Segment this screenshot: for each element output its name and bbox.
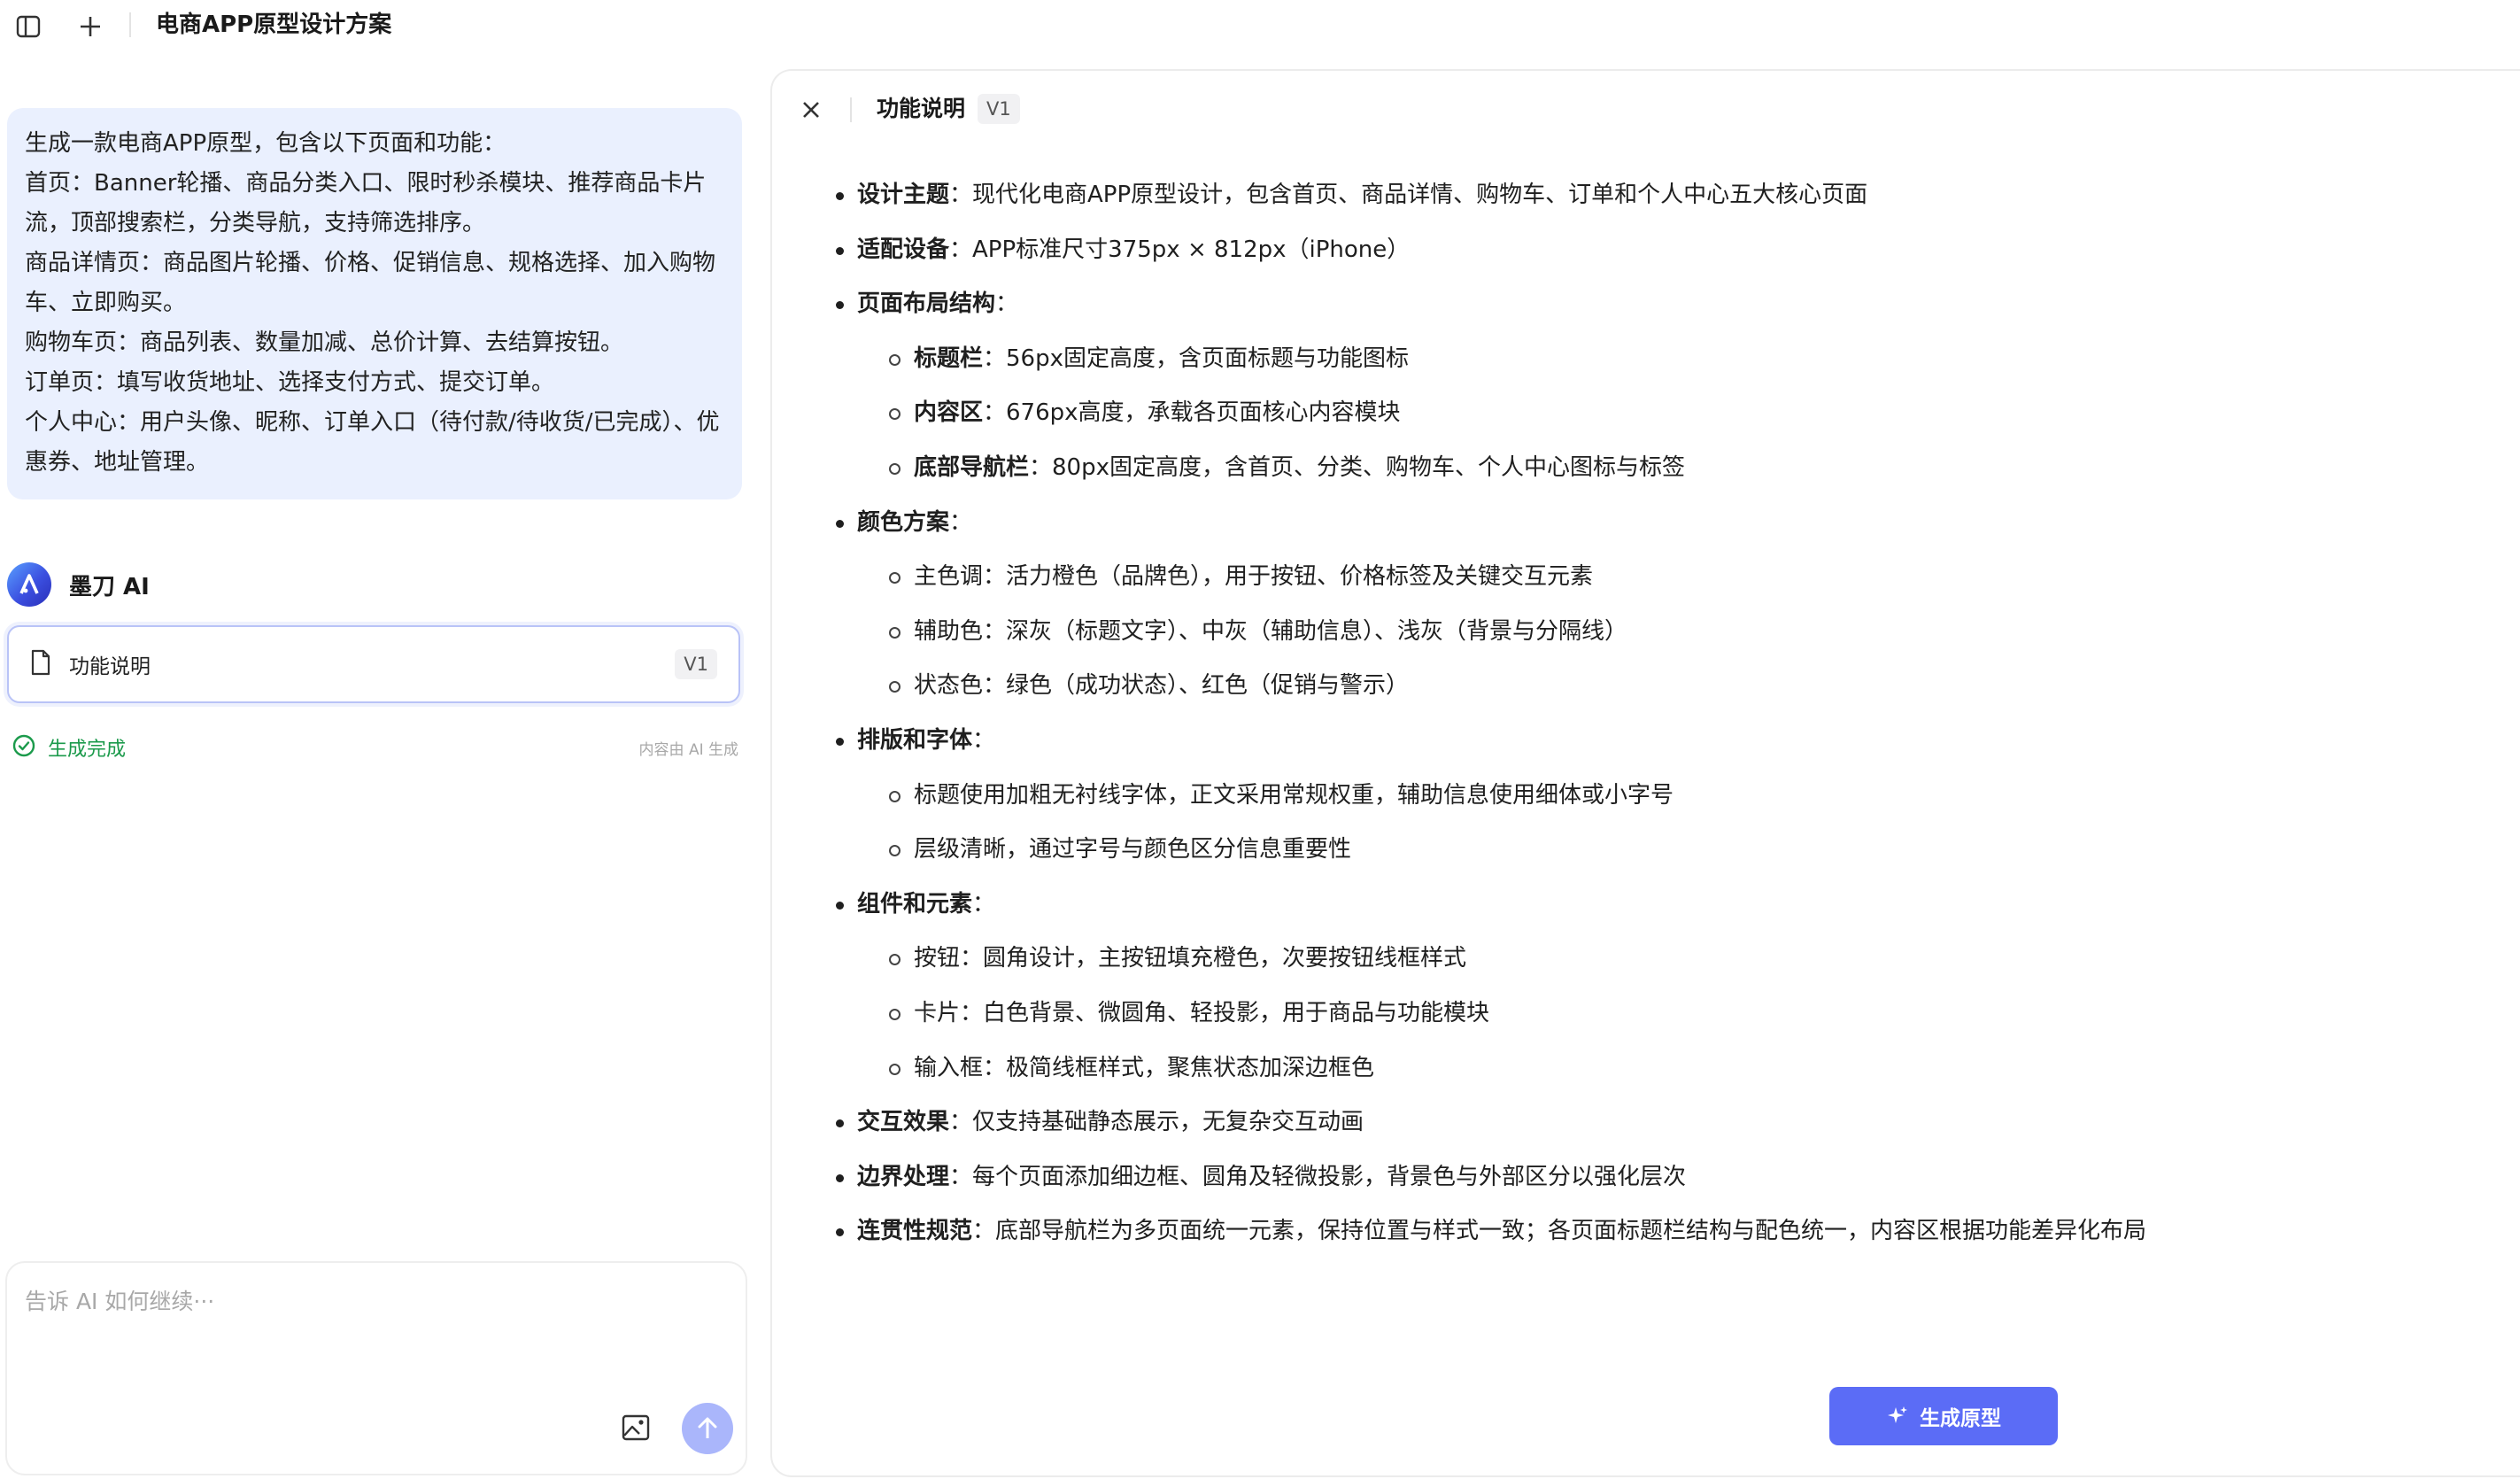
sub-list-item: 输入框：极简线框样式，聚焦状态加深边框色 bbox=[834, 1041, 2499, 1096]
sub-list-item: 卡片：白色背景、微圆角、轻投影，用于商品与功能模块 bbox=[834, 987, 2499, 1041]
prompt-line: 商品详情页：商品图片轮播、价格、促销信息、规格选择、加入购物 bbox=[25, 250, 716, 276]
item-label: 适配设备 bbox=[857, 236, 950, 263]
check-circle-icon bbox=[12, 734, 35, 761]
document-card-label: 功能说明 bbox=[69, 655, 151, 678]
item-text: ：APP标准尺寸375px × 812px（iPhone） bbox=[949, 236, 1411, 263]
prompt-line: 订单页：填写收货地址、选择支付方式、提交订单。 bbox=[25, 369, 555, 396]
list-item: 颜色方案： bbox=[834, 496, 2499, 551]
list-item: 组件和元素： bbox=[834, 878, 2499, 933]
list-item: 交互效果：仅支持基础静态展示，无复杂交互动画 bbox=[834, 1096, 2499, 1150]
sub-list-item: 按钮：圆角设计，主按钮填充橙色，次要按钮线框样式 bbox=[834, 932, 2499, 987]
status-row: 生成完成 内容由 AI 生成 bbox=[12, 733, 738, 762]
prompt-line: 流，顶部搜索栏，分类导航，支持筛选排序。 bbox=[25, 210, 486, 236]
item-label: 页面布局结构 bbox=[857, 290, 996, 318]
top-bar: 电商APP原型设计方案 bbox=[0, 0, 2520, 51]
assistant-header: 墨刀 AI bbox=[7, 561, 150, 608]
list-item: 边界处理：每个页面添加细边框、圆角及轻微投影，背景色与外部区分以强化层次 bbox=[834, 1150, 2499, 1205]
top-divider bbox=[129, 12, 131, 37]
item-text: ：80px固定高度，含首页、分类、购物车、个人中心图标与标签 bbox=[1029, 453, 1685, 481]
status-text: 生成完成 bbox=[48, 739, 127, 761]
item-text: ： bbox=[972, 726, 996, 754]
document-icon bbox=[30, 649, 51, 679]
item-text: 主色调：活力橙色（品牌色），用于按钮、价格标签及关键交互元素 bbox=[914, 563, 1594, 591]
panel-title: 功能说明 bbox=[877, 96, 966, 121]
user-prompt-bubble: 生成一款电商APP原型，包含以下页面和功能： 首页：Banner轮播、商品分类入… bbox=[7, 108, 742, 499]
item-label: 内容区 bbox=[914, 399, 984, 427]
item-text: ：676px高度，承载各页面核心内容模块 bbox=[983, 399, 1401, 427]
prompt-line: 个人中心：用户头像、昵称、订单入口（待付款/待收货/已完成）、优 bbox=[25, 409, 720, 436]
item-text: ：56px固定高度，含页面标题与功能图标 bbox=[983, 345, 1409, 372]
image-upload-icon[interactable] bbox=[618, 1410, 653, 1445]
item-text: 层级清晰，通过字号与颜色区分信息重要性 bbox=[914, 836, 1352, 863]
sub-list-item: 标题使用加粗无衬线字体，正文采用常规权重，辅助信息使用细体或小字号 bbox=[834, 769, 2499, 824]
item-label: 交互效果 bbox=[857, 1109, 950, 1136]
prompt-line: 惠券、地址管理。 bbox=[25, 449, 210, 476]
item-label: 组件和元素 bbox=[857, 890, 973, 918]
item-text: 卡片：白色背景、微圆角、轻投影，用于商品与功能模块 bbox=[914, 999, 1490, 1026]
prompt-line: 生成一款电商APP原型，包含以下页面和功能： bbox=[25, 130, 506, 157]
generate-prototype-button[interactable]: 生成原型 bbox=[1829, 1387, 2058, 1445]
item-label: 连贯性规范 bbox=[857, 1218, 973, 1245]
sparkle-icon bbox=[1886, 1405, 1909, 1428]
item-text: 按钮：圆角设计，主按钮填充橙色，次要按钮线框样式 bbox=[914, 945, 1467, 972]
panel-version-badge: V1 bbox=[978, 94, 1020, 124]
sidebar-toggle-icon[interactable] bbox=[12, 11, 44, 43]
panel-divider bbox=[850, 97, 852, 122]
list-item: 设计主题：现代化电商APP原型设计，包含首页、商品详情、购物车、订单和个人中心五… bbox=[834, 168, 2499, 223]
prompt-line: 车、立即购买。 bbox=[25, 290, 187, 316]
arrow-up-icon bbox=[698, 1417, 717, 1438]
chat-input[interactable] bbox=[25, 1279, 724, 1323]
item-text: ： bbox=[995, 290, 1019, 318]
sub-list-item: 层级清晰，通过字号与颜色区分信息重要性 bbox=[834, 823, 2499, 878]
list-item: 适配设备：APP标准尺寸375px × 812px（iPhone） bbox=[834, 223, 2499, 278]
sub-list-item: 内容区：676px高度，承载各页面核心内容模块 bbox=[834, 386, 2499, 441]
item-label: 标题栏 bbox=[914, 345, 984, 372]
list-item: 排版和字体： bbox=[834, 714, 2499, 769]
sub-list-item: 底部导航栏：80px固定高度，含首页、分类、购物车、个人中心图标与标签 bbox=[834, 441, 2499, 496]
item-text: ：底部导航栏为多页面统一元素，保持位置与样式一致；各页面标题栏结构与配色统一，内… bbox=[972, 1218, 2147, 1245]
close-icon[interactable] bbox=[795, 94, 827, 126]
document-panel: 功能说明 V1 设计主题：现代化电商APP原型设计，包含首页、商品详情、购物车、… bbox=[770, 69, 2520, 1477]
sub-list-item: 主色调：活力橙色（品牌色），用于按钮、价格标签及关键交互元素 bbox=[834, 550, 2499, 605]
prompt-line: 购物车页：商品列表、数量加减、总价计算、去结算按钮。 bbox=[25, 329, 624, 356]
ai-generated-note: 内容由 AI 生成 bbox=[638, 740, 738, 759]
item-label: 底部导航栏 bbox=[914, 453, 1030, 481]
send-button[interactable] bbox=[682, 1403, 733, 1454]
item-label: 边界处理 bbox=[857, 1163, 950, 1190]
item-text: ： bbox=[972, 890, 996, 918]
sub-list-item: 辅助色：深灰（标题文字）、中灰（辅助信息）、浅灰（背景与分隔线） bbox=[834, 605, 2499, 660]
item-text: ：仅支持基础静态展示，无复杂交互动画 bbox=[949, 1109, 1364, 1136]
new-chat-plus-icon[interactable] bbox=[74, 11, 106, 43]
item-text: 标题使用加粗无衬线字体，正文采用常规权重，辅助信息使用细体或小字号 bbox=[914, 781, 1674, 809]
item-text: ：每个页面添加细边框、圆角及轻微投影，背景色与外部区分以强化层次 bbox=[949, 1163, 1687, 1190]
page-title: 电商APP原型设计方案 bbox=[156, 12, 392, 38]
assistant-name: 墨刀 AI bbox=[69, 573, 150, 600]
generate-prototype-label: 生成原型 bbox=[1920, 1407, 2001, 1430]
modao-ai-logo-icon bbox=[7, 562, 51, 607]
item-text: 辅助色：深灰（标题文字）、中灰（辅助信息）、浅灰（背景与分隔线） bbox=[914, 617, 1628, 645]
item-label: 排版和字体 bbox=[857, 726, 973, 754]
list-item: 页面布局结构： bbox=[834, 277, 2499, 332]
prompt-line: 首页：Banner轮播、商品分类入口、限时秒杀模块、推荐商品卡片 bbox=[25, 170, 707, 197]
item-text: 状态色：绿色（成功状态）、红色（促销与警示） bbox=[914, 672, 1410, 700]
item-label: 颜色方案 bbox=[857, 508, 950, 536]
sub-list-item: 状态色：绿色（成功状态）、红色（促销与警示） bbox=[834, 659, 2499, 714]
item-text: 输入框：极简线框样式，聚焦状态加深边框色 bbox=[914, 1054, 1375, 1081]
document-card[interactable]: 功能说明 V1 bbox=[7, 625, 740, 703]
document-content: 设计主题：现代化电商APP原型设计，包含首页、商品详情、购物车、订单和个人中心五… bbox=[834, 168, 2499, 1259]
version-badge: V1 bbox=[675, 649, 717, 679]
item-text: ： bbox=[949, 508, 973, 536]
item-label: 设计主题 bbox=[857, 182, 950, 208]
item-text: ：现代化电商APP原型设计，包含首页、商品详情、购物车、订单和个人中心五大核心页… bbox=[949, 182, 1868, 208]
list-item: 连贯性规范：底部导航栏为多页面统一元素，保持位置与样式一致；各页面标题栏结构与配… bbox=[834, 1204, 2499, 1259]
chat-input-box bbox=[5, 1261, 747, 1475]
sub-list-item: 标题栏：56px固定高度，含页面标题与功能图标 bbox=[834, 332, 2499, 387]
